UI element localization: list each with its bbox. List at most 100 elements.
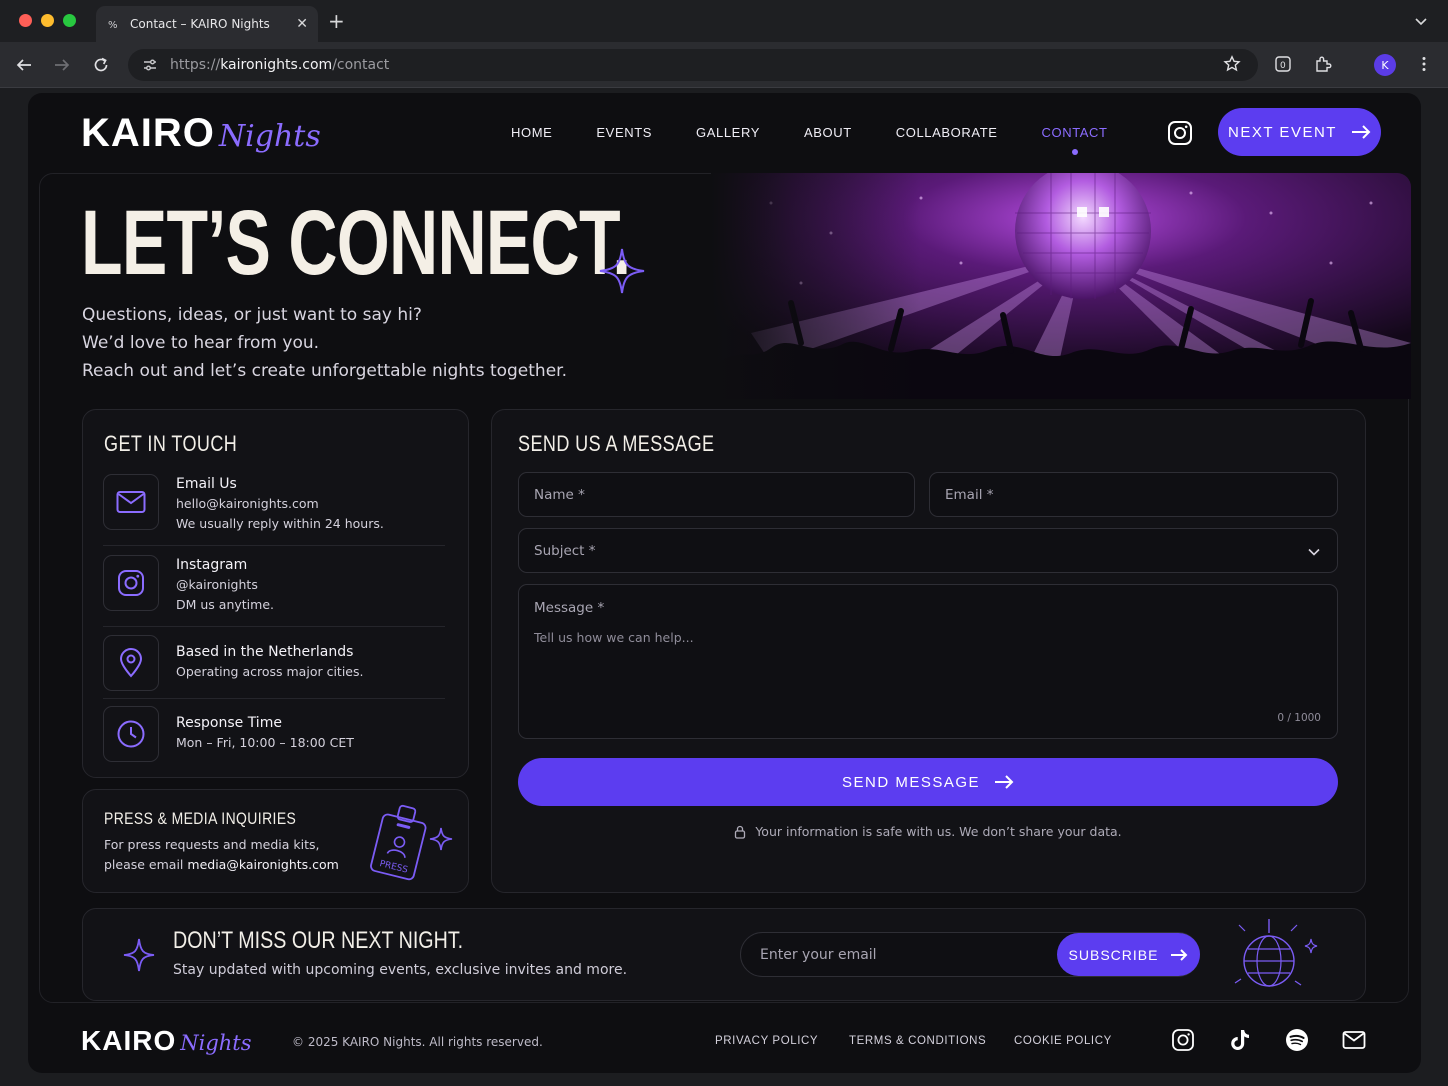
send-message-label: SEND MESSAGE (841, 773, 981, 791)
logo-wordmark: KAIRO (81, 1025, 177, 1056)
browser-tab-strip: % Contact – KAIRO Nights ✕ + (0, 0, 1448, 42)
contact-icon-box (103, 635, 159, 691)
spotify-icon[interactable] (1285, 1028, 1309, 1052)
logo-wordmark: KAIRO (81, 111, 215, 155)
page-title: LET’S CONNECT. (81, 192, 631, 294)
subject-placeholder: Subject * (534, 542, 596, 559)
next-event-button[interactable]: NEXT EVENT (1218, 108, 1381, 156)
press-text: For press requests and media kits, (104, 837, 320, 852)
privacy-text: Your information is safe with us. We don… (755, 824, 1122, 839)
tab-search-chevron-icon[interactable] (1414, 14, 1428, 28)
arrow-right-icon (995, 775, 1014, 789)
instagram-icon[interactable] (1171, 1028, 1195, 1052)
extension-counter-icon[interactable]: 0 (1274, 55, 1292, 73)
svg-text:0: 0 (1280, 61, 1286, 71)
contact-item-title: Based in the Netherlands (176, 644, 354, 660)
hero-line: Questions, ideas, or just want to say hi… (82, 305, 422, 325)
clock-icon (117, 720, 145, 748)
instagram-icon (118, 570, 144, 596)
message-placeholder: Tell us how we can help... (534, 630, 694, 645)
browser-menu-icon[interactable] (1415, 55, 1433, 73)
contact-item-note: DM us anytime. (176, 597, 274, 612)
subscribe-label: SUBSCRIBE (1068, 946, 1159, 963)
contact-icon-box (103, 706, 159, 762)
arrow-right-icon (1351, 125, 1371, 139)
contact-item-title: Instagram (176, 557, 248, 573)
tiktok-icon[interactable] (1228, 1028, 1252, 1052)
footer-logo[interactable]: KAIRO Nights (81, 1025, 252, 1057)
arrow-right-icon (1171, 948, 1188, 961)
terms-link[interactable]: TERMS & CONDITIONS (849, 1035, 986, 1047)
url-scheme: https:// (170, 57, 221, 73)
maximize-window-button[interactable] (63, 14, 76, 27)
name-input[interactable]: Name * (518, 472, 915, 517)
contact-item-note: Operating across major cities. (176, 664, 364, 679)
url-host: kaironights.com (220, 57, 333, 73)
reload-icon[interactable] (92, 56, 110, 74)
subscribe-button[interactable]: SUBSCRIBE (1057, 933, 1200, 976)
privacy-note: Your information is safe with us. We don… (518, 824, 1338, 839)
nav-home[interactable]: HOME (511, 125, 552, 140)
get-in-touch-card: GET IN TOUCH Email Us hello@kaironights.… (82, 409, 469, 778)
send-message-button[interactable]: SEND MESSAGE (518, 758, 1338, 806)
hero-subtitle: Questions, ideas, or just want to say hi… (82, 301, 567, 385)
email-placeholder: Email * (945, 486, 994, 503)
newsletter-bar: DON’T MISS OUR NEXT NIGHT. Stay updated … (82, 908, 1366, 1001)
contact-icon-box (103, 555, 159, 611)
nav-about[interactable]: ABOUT (804, 125, 852, 140)
next-event-label: NEXT EVENT (1228, 123, 1337, 141)
browser-tab[interactable]: % Contact – KAIRO Nights ✕ (96, 6, 318, 42)
instagram-handle[interactable]: @kaironights (176, 575, 274, 595)
new-tab-icon[interactable]: + (328, 11, 345, 31)
message-label: Message * (534, 600, 605, 616)
disco-ball-icon (1234, 919, 1318, 987)
nav-events[interactable]: EVENTS (596, 125, 652, 140)
hero-line: Reach out and let’s create unforgettable… (82, 361, 567, 381)
press-email-link[interactable]: media@kaironights.com (187, 857, 338, 872)
contact-item-instagram[interactable]: Instagram @kaironights DM us anytime. (103, 555, 445, 615)
site-logo[interactable]: KAIRO Nights (81, 111, 321, 156)
nav-gallery[interactable]: GALLERY (696, 125, 760, 140)
site-footer: KAIRO Nights © 2025 KAIRO Nights. All ri… (28, 1011, 1421, 1073)
url-path: /contact (332, 57, 390, 73)
press-text: please email (104, 857, 188, 872)
press-card: PRESS & MEDIA INQUIRIES For press reques… (82, 789, 469, 893)
email-input[interactable]: Email * (929, 472, 1338, 517)
character-counter: 0 / 1000 (1277, 712, 1321, 724)
newsletter-placeholder: Enter your email (760, 946, 877, 963)
location-pin-icon (119, 648, 143, 678)
copyright-text: © 2025 KAIRO Nights. All rights reserved… (292, 1035, 543, 1049)
address-bar[interactable]: https://kaironights.com/contact (128, 49, 1258, 81)
contact-item-title: Response Time (176, 715, 282, 731)
mail-icon (116, 491, 146, 513)
back-icon[interactable] (15, 56, 33, 74)
newsletter-heading: DON’T MISS OUR NEXT NIGHT. (173, 927, 464, 954)
bookmark-star-icon[interactable] (1223, 55, 1241, 73)
contact-item-title: Email Us (176, 476, 237, 492)
close-tab-icon[interactable]: ✕ (296, 16, 308, 32)
logo-script: Nights (180, 1031, 252, 1055)
subject-select[interactable]: Subject * (518, 528, 1338, 573)
close-window-button[interactable] (19, 14, 32, 27)
nav-collaborate[interactable]: COLLABORATE (896, 125, 998, 140)
svg-text:%: % (108, 20, 118, 30)
nav-contact[interactable]: CONTACT (1042, 125, 1108, 155)
contact-item-location: Based in the Netherlands Operating acros… (103, 635, 445, 691)
hero-disco-image (711, 173, 1411, 399)
divider (103, 698, 445, 699)
site-settings-icon[interactable] (142, 57, 158, 73)
extensions-puzzle-icon[interactable] (1314, 55, 1332, 73)
contact-item-note: We usually reply within 24 hours. (176, 516, 384, 531)
minimize-window-button[interactable] (41, 14, 54, 27)
profile-avatar[interactable]: K (1374, 54, 1396, 76)
privacy-policy-link[interactable]: PRIVACY POLICY (715, 1035, 818, 1047)
instagram-icon[interactable] (1167, 120, 1193, 146)
message-textarea[interactable]: Message * Tell us how we can help... 0 /… (518, 584, 1338, 739)
cookie-policy-link[interactable]: COOKIE POLICY (1014, 1035, 1112, 1047)
contact-item-response-time: Response Time Mon – Fri, 10:00 – 18:00 C… (103, 706, 445, 762)
contact-item-email[interactable]: Email Us hello@kaironights.com We usuall… (103, 474, 445, 534)
forward-icon[interactable] (53, 56, 71, 74)
name-placeholder: Name * (534, 486, 585, 503)
contact-email-address[interactable]: hello@kaironights.com (176, 494, 384, 514)
mail-icon[interactable] (1342, 1028, 1366, 1052)
